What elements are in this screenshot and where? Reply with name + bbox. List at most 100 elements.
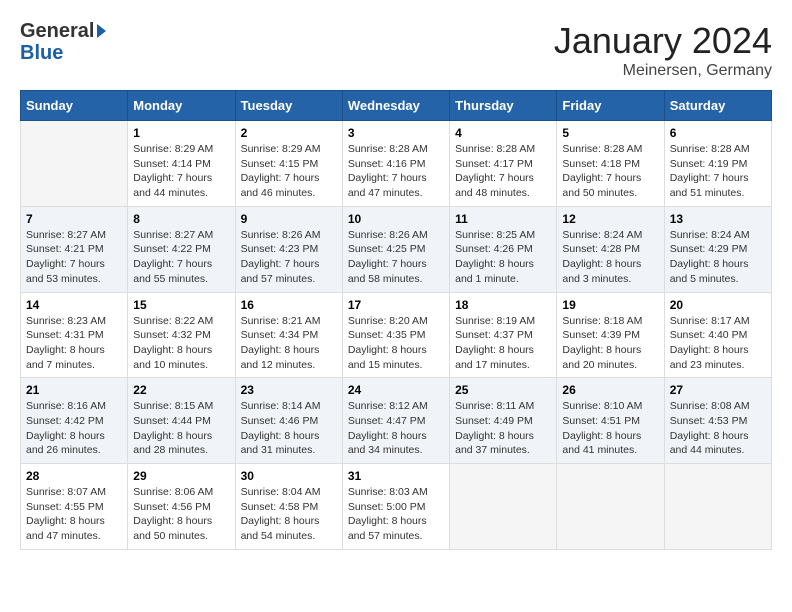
day-info: Sunrise: 8:24 AM Sunset: 4:28 PM Dayligh… xyxy=(562,228,658,287)
day-number: 25 xyxy=(455,383,551,397)
day-number: 22 xyxy=(133,383,229,397)
day-info: Sunrise: 8:22 AM Sunset: 4:32 PM Dayligh… xyxy=(133,314,229,373)
calendar-day-cell: 14 Sunrise: 8:23 AM Sunset: 4:31 PM Dayli… xyxy=(21,292,128,378)
day-number: 30 xyxy=(241,469,337,483)
calendar-day-cell: 28 Sunrise: 8:07 AM Sunset: 4:55 PM Dayli… xyxy=(21,464,128,550)
day-number: 20 xyxy=(670,298,766,312)
calendar-week-row: 1 Sunrise: 8:29 AM Sunset: 4:14 PM Daylig… xyxy=(21,121,772,207)
calendar-day-cell: 26 Sunrise: 8:10 AM Sunset: 4:51 PM Dayli… xyxy=(557,378,664,464)
day-number: 19 xyxy=(562,298,658,312)
day-number: 9 xyxy=(241,212,337,226)
day-number: 12 xyxy=(562,212,658,226)
day-info: Sunrise: 8:20 AM Sunset: 4:35 PM Dayligh… xyxy=(348,314,444,373)
day-number: 17 xyxy=(348,298,444,312)
calendar-day-cell: 29Sunrise: 8:06 AM Sunset: 4:56 PM Dayli… xyxy=(128,464,235,550)
day-info: Sunrise: 8:11 AM Sunset: 4:49 PM Dayligh… xyxy=(455,399,551,458)
day-info: Sunrise: 8:18 AM Sunset: 4:39 PM Dayligh… xyxy=(562,314,658,373)
calendar-col-header: Wednesday xyxy=(342,91,449,121)
calendar-col-header: Tuesday xyxy=(235,91,342,121)
calendar-day-cell: 10 Sunrise: 8:26 AM Sunset: 4:25 PM Dayli… xyxy=(342,206,449,292)
day-info: Sunrise: 8:17 AM Sunset: 4:40 PM Dayligh… xyxy=(670,314,766,373)
calendar-day-cell: 25 Sunrise: 8:11 AM Sunset: 4:49 PM Dayli… xyxy=(450,378,557,464)
day-number: 26 xyxy=(562,383,658,397)
day-info: Sunrise: 8:28 AM Sunset: 4:19 PM Dayligh… xyxy=(670,142,766,201)
calendar-day-cell: 24 Sunrise: 8:12 AM Sunset: 4:47 PM Dayli… xyxy=(342,378,449,464)
day-info: Sunrise: 8:28 AM Sunset: 4:18 PM Dayligh… xyxy=(562,142,658,201)
day-info: Sunrise: 8:15 AM Sunset: 4:44 PM Dayligh… xyxy=(133,399,229,458)
calendar-day-cell xyxy=(664,464,771,550)
day-number: 1 xyxy=(133,126,229,140)
calendar-week-row: 21Sunrise: 8:16 AM Sunset: 4:42 PM Dayli… xyxy=(21,378,772,464)
day-info: Sunrise: 8:29 AM Sunset: 4:14 PM Dayligh… xyxy=(133,142,229,201)
calendar-week-row: 7Sunrise: 8:27 AM Sunset: 4:21 PM Daylig… xyxy=(21,206,772,292)
page-header: General Blue January 2024 Meinersen, Ger… xyxy=(20,20,772,80)
calendar-header-row: SundayMondayTuesdayWednesdayThursdayFrid… xyxy=(21,91,772,121)
calendar-col-header: Sunday xyxy=(21,91,128,121)
calendar-day-cell xyxy=(21,121,128,207)
calendar-day-cell xyxy=(450,464,557,550)
day-number: 21 xyxy=(26,383,122,397)
calendar-day-cell: 7Sunrise: 8:27 AM Sunset: 4:21 PM Daylig… xyxy=(21,206,128,292)
calendar-day-cell: 17 Sunrise: 8:20 AM Sunset: 4:35 PM Dayli… xyxy=(342,292,449,378)
day-info: Sunrise: 8:29 AM Sunset: 4:15 PM Dayligh… xyxy=(241,142,337,201)
day-info: Sunrise: 8:26 AM Sunset: 4:23 PM Dayligh… xyxy=(241,228,337,287)
calendar-day-cell: 31Sunrise: 8:03 AM Sunset: 5:00 PM Dayli… xyxy=(342,464,449,550)
calendar-week-row: 14 Sunrise: 8:23 AM Sunset: 4:31 PM Dayli… xyxy=(21,292,772,378)
calendar-day-cell: 30Sunrise: 8:04 AM Sunset: 4:58 PM Dayli… xyxy=(235,464,342,550)
calendar-day-cell: 9 Sunrise: 8:26 AM Sunset: 4:23 PM Daylig… xyxy=(235,206,342,292)
day-info: Sunrise: 8:28 AM Sunset: 4:17 PM Dayligh… xyxy=(455,142,551,201)
calendar-day-cell: 13 Sunrise: 8:24 AM Sunset: 4:29 PM Dayli… xyxy=(664,206,771,292)
day-number: 23 xyxy=(241,383,337,397)
calendar-day-cell: 18 Sunrise: 8:19 AM Sunset: 4:37 PM Dayli… xyxy=(450,292,557,378)
calendar-col-header: Monday xyxy=(128,91,235,121)
calendar-day-cell: 5Sunrise: 8:28 AM Sunset: 4:18 PM Daylig… xyxy=(557,121,664,207)
day-number: 18 xyxy=(455,298,551,312)
day-info: Sunrise: 8:23 AM Sunset: 4:31 PM Dayligh… xyxy=(26,314,122,373)
day-info: Sunrise: 8:14 AM Sunset: 4:46 PM Dayligh… xyxy=(241,399,337,458)
day-info: Sunrise: 8:10 AM Sunset: 4:51 PM Dayligh… xyxy=(562,399,658,458)
logo: General Blue xyxy=(20,20,106,64)
day-number: 14 xyxy=(26,298,122,312)
calendar-day-cell: 19 Sunrise: 8:18 AM Sunset: 4:39 PM Dayli… xyxy=(557,292,664,378)
logo-triangle-icon xyxy=(97,24,106,38)
calendar-day-cell xyxy=(557,464,664,550)
calendar-day-cell: 2 Sunrise: 8:29 AM Sunset: 4:15 PM Daylig… xyxy=(235,121,342,207)
calendar-day-cell: 4 Sunrise: 8:28 AM Sunset: 4:17 PM Daylig… xyxy=(450,121,557,207)
day-info: Sunrise: 8:25 AM Sunset: 4:26 PM Dayligh… xyxy=(455,228,551,287)
day-number: 28 xyxy=(26,469,122,483)
calendar-day-cell: 20 Sunrise: 8:17 AM Sunset: 4:40 PM Dayli… xyxy=(664,292,771,378)
day-info: Sunrise: 8:12 AM Sunset: 4:47 PM Dayligh… xyxy=(348,399,444,458)
calendar-col-header: Friday xyxy=(557,91,664,121)
day-number: 24 xyxy=(348,383,444,397)
day-number: 2 xyxy=(241,126,337,140)
day-number: 6 xyxy=(670,126,766,140)
day-info: Sunrise: 8:28 AM Sunset: 4:16 PM Dayligh… xyxy=(348,142,444,201)
calendar-day-cell: 27Sunrise: 8:08 AM Sunset: 4:53 PM Dayli… xyxy=(664,378,771,464)
day-number: 4 xyxy=(455,126,551,140)
day-info: Sunrise: 8:24 AM Sunset: 4:29 PM Dayligh… xyxy=(670,228,766,287)
calendar-day-cell: 21Sunrise: 8:16 AM Sunset: 4:42 PM Dayli… xyxy=(21,378,128,464)
calendar-day-cell: 22 Sunrise: 8:15 AM Sunset: 4:44 PM Dayli… xyxy=(128,378,235,464)
day-info: Sunrise: 8:26 AM Sunset: 4:25 PM Dayligh… xyxy=(348,228,444,287)
logo-general-text: General xyxy=(20,20,94,42)
day-info: Sunrise: 8:19 AM Sunset: 4:37 PM Dayligh… xyxy=(455,314,551,373)
day-number: 13 xyxy=(670,212,766,226)
day-number: 10 xyxy=(348,212,444,226)
day-number: 31 xyxy=(348,469,444,483)
calendar-day-cell: 16Sunrise: 8:21 AM Sunset: 4:34 PM Dayli… xyxy=(235,292,342,378)
calendar-col-header: Saturday xyxy=(664,91,771,121)
day-info: Sunrise: 8:07 AM Sunset: 4:55 PM Dayligh… xyxy=(26,485,122,544)
day-number: 15 xyxy=(133,298,229,312)
day-number: 3 xyxy=(348,126,444,140)
day-info: Sunrise: 8:27 AM Sunset: 4:22 PM Dayligh… xyxy=(133,228,229,287)
month-title: January 2024 xyxy=(554,20,772,62)
day-info: Sunrise: 8:27 AM Sunset: 4:21 PM Dayligh… xyxy=(26,228,122,287)
day-number: 16 xyxy=(241,298,337,312)
day-number: 29 xyxy=(133,469,229,483)
calendar-col-header: Thursday xyxy=(450,91,557,121)
day-number: 27 xyxy=(670,383,766,397)
calendar-day-cell: 11 Sunrise: 8:25 AM Sunset: 4:26 PM Dayli… xyxy=(450,206,557,292)
day-number: 11 xyxy=(455,212,551,226)
title-area: January 2024 Meinersen, Germany xyxy=(554,20,772,80)
calendar-day-cell: 3 Sunrise: 8:28 AM Sunset: 4:16 PM Daylig… xyxy=(342,121,449,207)
